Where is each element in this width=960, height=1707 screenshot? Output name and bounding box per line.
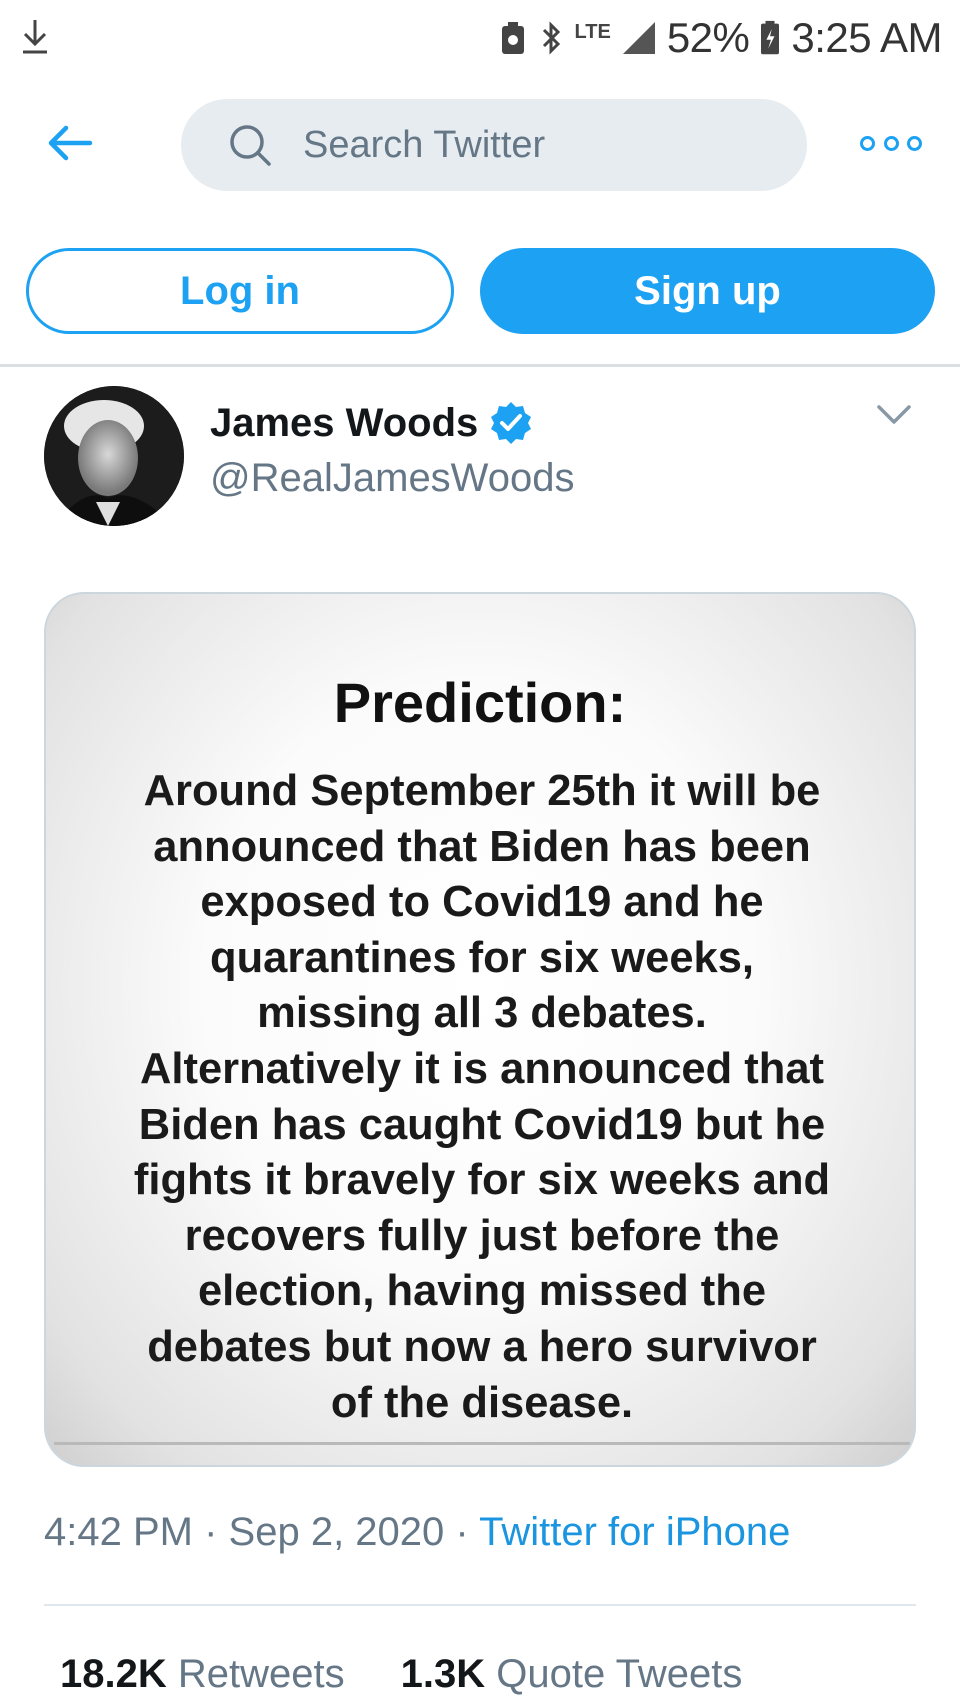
image-title: Prediction: xyxy=(333,671,627,734)
image-text-line: Biden has caught Covid19 but he xyxy=(138,1100,826,1149)
image-text: Around September 25th it will be announc… xyxy=(70,764,894,1431)
more-options-button[interactable] xyxy=(860,128,922,158)
quote-tweets-stat[interactable]: 1.3K Quote Tweets xyxy=(401,1652,743,1697)
image-text-line: election, having missed the xyxy=(197,1267,767,1316)
more-dot-icon xyxy=(883,135,899,151)
image-text-line: fights it bravely for six weeks and xyxy=(133,1156,831,1205)
network-type: LTE xyxy=(574,21,611,43)
retweets-label: Retweets xyxy=(177,1652,345,1696)
tweet-date[interactable]: Sep 2, 2020 xyxy=(229,1510,445,1554)
image-text-line: Around September 25th it will be xyxy=(143,767,821,815)
image-text-line: recovers fully just before the xyxy=(184,1211,780,1260)
search-input[interactable] xyxy=(303,123,763,167)
tweet-source-link[interactable]: Twitter for iPhone xyxy=(479,1510,790,1554)
tweet-timestamp: 4:42 PM · Sep 2, 2020 · Twitter for iPho… xyxy=(44,1510,790,1555)
avatar-photo xyxy=(44,386,184,526)
image-text-line: announced that Biden has been xyxy=(153,822,811,871)
back-button[interactable] xyxy=(42,118,98,168)
author-handle[interactable]: @RealJamesWoods xyxy=(210,456,574,501)
search-bar[interactable] xyxy=(181,99,807,191)
more-dot-icon xyxy=(907,135,922,151)
image-text-line: quarantines for six weeks, xyxy=(210,933,754,982)
more-dot-icon xyxy=(860,135,875,151)
avatar[interactable] xyxy=(44,386,184,526)
author-name-text: James Woods xyxy=(210,400,479,445)
quotes-count: 1.3K xyxy=(400,1652,486,1696)
image-text-line: debates but now a hero survivor xyxy=(147,1322,817,1371)
author-name[interactable]: James Woods xyxy=(210,400,534,446)
data-saver-icon xyxy=(501,22,524,54)
tweet-time[interactable]: 4:42 PM xyxy=(44,1510,193,1554)
back-arrow-icon xyxy=(48,125,93,161)
retweets-count: 18.2K xyxy=(60,1652,167,1696)
clock: 3:25 AM xyxy=(791,14,942,61)
status-icons: LTE 52% 3:25 AM xyxy=(499,10,942,66)
top-nav xyxy=(0,88,960,198)
meta-separator: · xyxy=(455,1510,469,1554)
verified-badge-icon xyxy=(491,402,532,444)
signal-icon xyxy=(622,22,655,54)
login-button[interactable]: Log in xyxy=(26,248,454,334)
quotes-label: Quote Tweets xyxy=(496,1652,743,1696)
battery-icon xyxy=(761,20,780,55)
search-icon xyxy=(230,125,271,166)
tweet-image[interactable]: Prediction: Around September 25th it wil… xyxy=(44,592,916,1467)
image-bottom-line xyxy=(54,1442,910,1445)
meta-separator: · xyxy=(204,1510,218,1554)
image-text-line: Alternatively it is announced that xyxy=(139,1044,825,1093)
bluetooth-icon xyxy=(542,21,560,55)
auth-bar: Log in Sign up xyxy=(0,248,960,334)
chevron-down-icon[interactable] xyxy=(876,402,912,428)
divider xyxy=(44,1604,916,1606)
retweets-stat[interactable]: 18.2K Retweets xyxy=(60,1652,345,1697)
image-text-line: of the disease. xyxy=(330,1378,634,1427)
image-text-line: missing all 3 debates. xyxy=(257,989,707,1038)
status-bar: LTE 52% 3:25 AM xyxy=(0,0,960,78)
battery-percent: 52% xyxy=(666,14,750,61)
signup-button[interactable]: Sign up xyxy=(480,248,935,334)
download-icon xyxy=(23,20,47,54)
image-text-line: exposed to Covid19 and he xyxy=(200,878,764,927)
divider xyxy=(0,364,960,367)
tweet-stats: 18.2K Retweets 1.3K Quote Tweets xyxy=(60,1652,742,1697)
